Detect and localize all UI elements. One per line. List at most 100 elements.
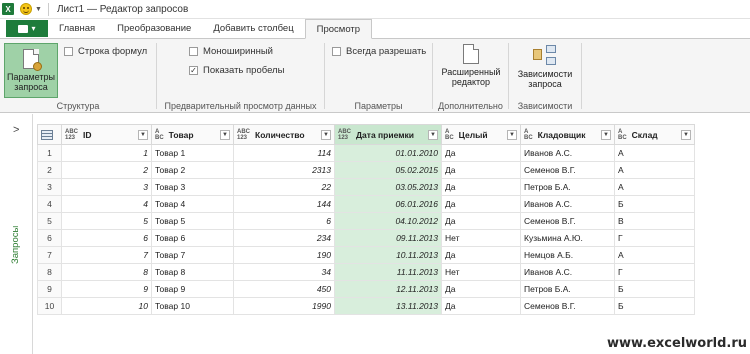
file-menu-button[interactable]: ▾ [6,20,48,37]
table-cell[interactable]: Да [441,195,521,213]
table-cell[interactable]: Семенов В.Г. [520,297,615,315]
table-cell[interactable]: А [614,246,695,264]
table-cell[interactable]: Товар 2 [151,161,234,179]
table-cell[interactable]: 09.11.2013 [334,229,442,247]
table-cell[interactable]: Кузьмина А.Ю. [520,229,615,247]
column-header-id[interactable]: ABC 123 ID ▼ [61,124,152,145]
table-cell[interactable]: 144 [233,195,335,213]
text-type-icon[interactable]: A BC [618,129,627,141]
row-number[interactable]: 7 [37,246,62,264]
table-cell[interactable]: 234 [233,229,335,247]
table-cell[interactable]: Семенов В.Г. [520,212,615,230]
table-cell[interactable]: Немцов А.Б. [520,246,615,264]
table-cell[interactable]: 7 [61,246,152,264]
table-cell[interactable]: 450 [233,280,335,298]
table-cell[interactable]: А [614,178,695,196]
table-cell[interactable]: Товар 10 [151,297,234,315]
table-row[interactable]: 9 9 Товар 9 450 12.11.2013 Да Петров Б.А. Б [37,280,695,298]
queries-pane-label[interactable]: Запросы [10,226,21,264]
table-cell[interactable]: Иванов А.С. [520,263,615,281]
table-cell[interactable]: 12.11.2013 [334,280,442,298]
table-cell[interactable]: Товар 8 [151,263,234,281]
table-cell[interactable]: Да [441,161,521,179]
table-cell[interactable]: Да [441,246,521,264]
whitespace-checkbox-row[interactable]: ✓ Показать пробелы [189,65,284,76]
row-number[interactable]: 3 [37,178,62,196]
text-type-icon[interactable]: A BC [445,129,454,141]
table-cell[interactable]: 1990 [233,297,335,315]
row-number[interactable]: 8 [37,263,62,281]
table-cell[interactable]: Товар 3 [151,178,234,196]
table-row[interactable]: 2 2 Товар 2 2313 05.02.2015 Да Семенов В.Г. А [37,161,695,179]
table-cell[interactable]: Да [441,212,521,230]
row-number[interactable]: 9 [37,280,62,298]
table-cell[interactable]: 6 [61,229,152,247]
column-header-receipt-date[interactable]: ABC 123 Дата приемки ▼ [334,124,442,145]
table-cell[interactable]: 8 [61,263,152,281]
table-cell[interactable]: 10.11.2013 [334,246,442,264]
tab-transform[interactable]: Преобразование [106,19,202,38]
table-cell[interactable]: Иванов А.С. [520,195,615,213]
row-number[interactable]: 6 [37,229,62,247]
table-cell[interactable]: 2313 [233,161,335,179]
table-cell[interactable]: Г [614,263,695,281]
table-cell[interactable]: Б [614,297,695,315]
chevron-down-icon[interactable]: ▼ [35,6,42,13]
tab-home[interactable]: Главная [48,19,106,38]
table-cell[interactable]: 06.01.2016 [334,195,442,213]
select-all-corner[interactable] [37,124,62,145]
table-cell[interactable]: 2 [61,161,152,179]
table-cell[interactable]: Да [441,144,521,162]
table-cell[interactable]: А [614,144,695,162]
table-cell[interactable]: В [614,212,695,230]
row-number[interactable]: 4 [37,195,62,213]
table-cell[interactable]: 4 [61,195,152,213]
chevron-down-icon[interactable]: ▼ [428,129,438,140]
table-cell[interactable]: Товар 9 [151,280,234,298]
table-cell[interactable]: 1 [61,144,152,162]
table-cell[interactable]: 9 [61,280,152,298]
formula-bar-checkbox-row[interactable]: Строка формул [64,46,147,57]
table-row[interactable]: 4 4 Товар 4 144 06.01.2016 Да Иванов А.С. Б [37,195,695,213]
column-header-quantity[interactable]: ABC 123 Количество ▼ [233,124,335,145]
table-cell[interactable]: 190 [233,246,335,264]
text-type-icon[interactable]: A BC [524,129,533,141]
always-allow-checkbox[interactable] [332,47,341,56]
monospace-checkbox[interactable] [189,47,198,56]
table-cell[interactable]: Иванов А.С. [520,144,615,162]
monospace-checkbox-row[interactable]: Моноширинный [189,46,273,57]
table-cell[interactable]: Петров Б.А. [520,178,615,196]
row-number[interactable]: 1 [37,144,62,162]
table-cell[interactable]: 6 [233,212,335,230]
tab-view[interactable]: Просмотр [304,19,373,39]
number-type-icon[interactable]: ABC 123 [338,129,351,141]
table-row[interactable]: 10 10 Товар 10 1990 13.11.2013 Да Семенов В.Г.… [37,297,695,315]
table-cell[interactable]: Товар 1 [151,144,234,162]
chevron-down-icon[interactable]: ▼ [507,129,517,140]
table-cell[interactable]: 22 [233,178,335,196]
table-cell[interactable]: 114 [233,144,335,162]
tab-add-column[interactable]: Добавить столбец [202,19,304,38]
query-parameters-button[interactable]: Параметры запроса [4,43,58,98]
advanced-editor-button[interactable]: Расширенный редактор [436,44,506,94]
row-number[interactable]: 5 [37,212,62,230]
formula-bar-checkbox[interactable] [64,47,73,56]
table-cell[interactable]: Петров Б.А. [520,280,615,298]
table-row[interactable]: 3 3 Товар 3 22 03.05.2013 Да Петров Б.А. А [37,178,695,196]
table-cell[interactable]: Нет [441,263,521,281]
chevron-down-icon[interactable]: ▼ [220,129,230,140]
always-allow-checkbox-row[interactable]: Всегда разрешать [332,46,426,57]
table-cell[interactable]: 01.01.2010 [334,144,442,162]
table-cell[interactable]: 34 [233,263,335,281]
table-row[interactable]: 6 6 Товар 6 234 09.11.2013 Нет Кузьмина А.Ю. Г [37,229,695,247]
smiley-feedback-icon[interactable] [20,3,32,15]
column-header-product[interactable]: A BC Товар ▼ [151,124,234,145]
row-number[interactable]: 10 [37,297,62,315]
table-cell[interactable]: 10 [61,297,152,315]
table-cell[interactable]: А [614,161,695,179]
table-cell[interactable]: 13.11.2013 [334,297,442,315]
chevron-down-icon[interactable]: ▼ [681,129,691,140]
row-number[interactable]: 2 [37,161,62,179]
chevron-down-icon[interactable]: ▼ [601,129,611,140]
number-type-icon[interactable]: ABC 123 [65,129,78,141]
